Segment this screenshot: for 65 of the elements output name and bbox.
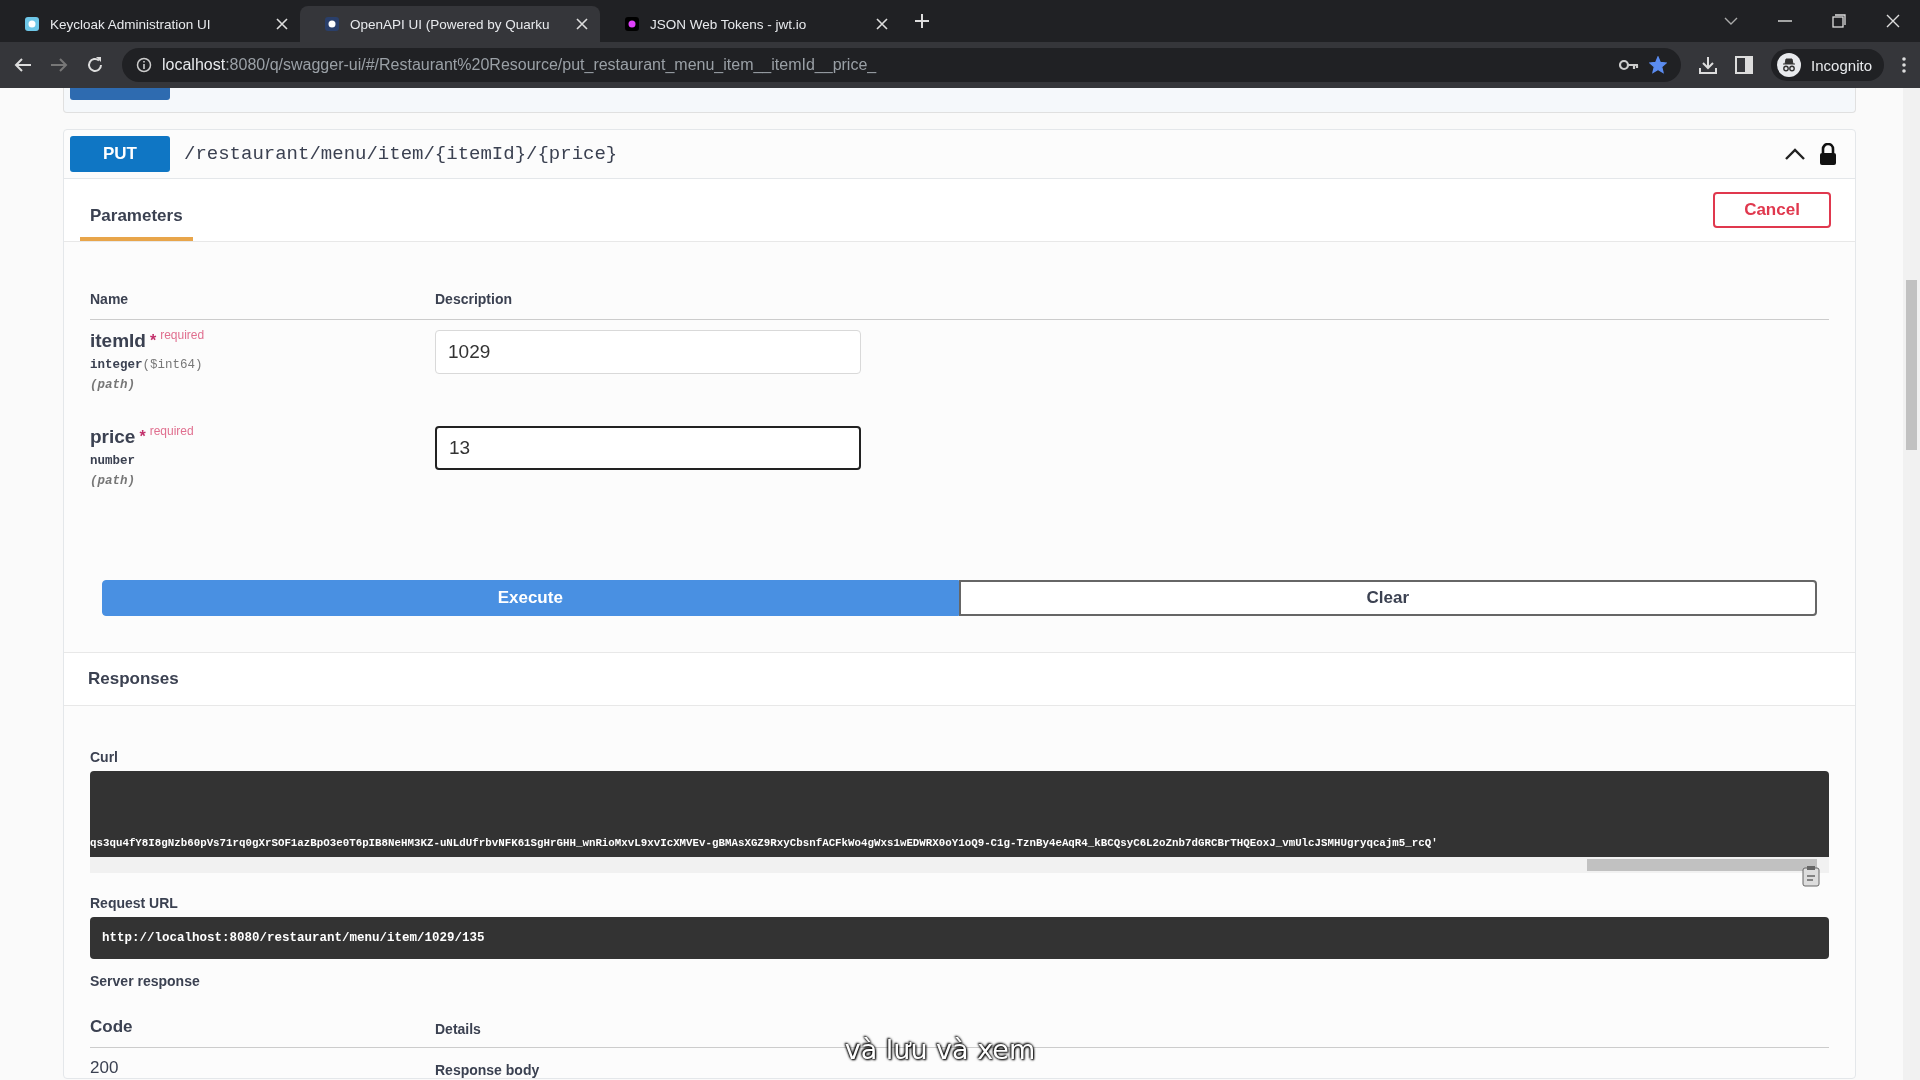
parameter-location: (path) (90, 378, 136, 392)
favicon-icon (624, 16, 640, 32)
lock-icon[interactable] (1819, 143, 1837, 165)
column-header: Description (435, 291, 512, 307)
section-title: Responses (64, 652, 1855, 706)
close-icon[interactable] (276, 18, 288, 30)
profile-button[interactable]: Incognito (1771, 49, 1884, 81)
field-label: Server response (90, 973, 201, 989)
key-icon[interactable] (1619, 59, 1640, 71)
url-text: localhost:8080/q/swagger-ui/#/Restaurant%20Resource/put_restaurant_menu_item__itemId__price_ (162, 56, 878, 74)
vertical-scrollbar[interactable] (1903, 88, 1920, 1080)
cancel-button[interactable]: Cancel (1713, 192, 1831, 228)
required-label: required (160, 328, 205, 342)
parameter-input[interactable]: 13 (435, 426, 861, 470)
method-badge: PUT (70, 136, 170, 172)
new-tab-icon[interactable] (914, 13, 930, 29)
close-icon[interactable] (876, 18, 888, 30)
browser-tab[interactable]: JSON Web Tokens - jwt.io (600, 6, 900, 42)
close-icon[interactable] (1886, 14, 1900, 28)
tab-title: Keycloak Administration UI (50, 16, 212, 32)
required-asterisk: * (139, 428, 146, 446)
required-label: required (149, 424, 194, 438)
parameter-type: number (90, 454, 136, 468)
reload-icon[interactable] (86, 56, 104, 74)
address-bar[interactable]: localhost:8080/q/swagger-ui/#/Restaurant%20Resource/put_restaurant_menu_item__itemId__price_ (122, 48, 1682, 82)
tab-search-icon[interactable] (1724, 17, 1738, 25)
download-icon[interactable] (1699, 56, 1718, 74)
request-url: http://localhost:8080/restaurant/menu/item/1029/135 (90, 917, 1829, 959)
parameter-type: integer($int64) (90, 358, 204, 372)
parameters-tab[interactable]: Parameters (80, 191, 193, 241)
code-block: qs3qu4fY8I8gNzb60pVs71rq0gXrSOF1azBpO3e0T6pIB8NeHM3KZ-uNLdUfrbvNFK61SgHrGHH_wnRioMxvL9xvIcXMVEv-gBMAsXGZ9RxyCbsnfACFkWo4gWxs1wEDWRX0oY1oQ9-C1g-TznBy4eAqR4_kBCQsyC6L2oZnb7dGRCBrTHQEoxJ_vmUlcJSMHUgryqcajm5_rcQ' (90, 771, 1829, 857)
endpoint-path[interactable]: /restaurant/menu/item/{itemId}/{price} (184, 143, 1771, 165)
collapsed-operation-row[interactable] (63, 88, 1856, 113)
parameter-name: itemId (90, 330, 146, 352)
restore-icon[interactable] (1832, 14, 1846, 28)
close-icon[interactable] (576, 18, 588, 30)
response-code: 200 (90, 1058, 120, 1078)
field-label: Request URL (90, 895, 179, 911)
menu-icon[interactable] (1902, 57, 1906, 73)
parameter-input[interactable]: 1029 (435, 330, 861, 374)
column-header: Details (435, 1021, 481, 1037)
horizontal-scrollbar[interactable] (90, 857, 1829, 873)
video-subtitle: và lưu và xem (844, 1034, 1036, 1065)
back-icon[interactable] (14, 57, 32, 73)
side-panel-icon[interactable] (1735, 56, 1754, 74)
clipboard-icon[interactable] (1801, 865, 1821, 887)
field-label: Curl (90, 749, 119, 765)
info-icon (136, 57, 152, 73)
details-heading: Response body (435, 1062, 540, 1078)
column-header: Code (90, 1017, 134, 1037)
tab-title: OpenAPI UI (Powered by Quarku (350, 16, 551, 32)
parameter-location: (path) (90, 474, 136, 488)
browser-tab[interactable]: Keycloak Administration UI (0, 6, 300, 42)
favicon-icon (24, 16, 40, 32)
bookmark-star-icon[interactable] (1649, 56, 1668, 74)
column-header: Name (90, 291, 130, 307)
incognito-icon (1777, 53, 1802, 77)
parameter-name: price (90, 426, 136, 448)
clear-button[interactable]: Clear (958, 580, 1817, 616)
required-asterisk: * (149, 332, 157, 350)
favicon-icon (324, 16, 340, 32)
forward-icon[interactable] (50, 57, 68, 73)
chevron-icon[interactable] (1785, 148, 1805, 160)
browser-tab[interactable]: OpenAPI UI (Powered by Quarku (300, 6, 600, 42)
tab-title: JSON Web Tokens - jwt.io (650, 16, 808, 32)
